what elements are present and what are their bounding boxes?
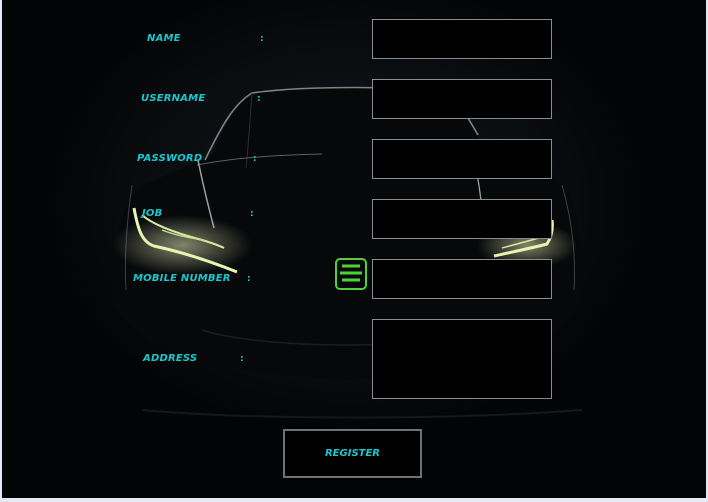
username-label: USERNAME xyxy=(141,93,206,104)
address-label: ADDRESS xyxy=(143,353,198,364)
address-colon: : xyxy=(240,354,244,364)
username-field[interactable] xyxy=(372,79,552,119)
job-field[interactable] xyxy=(372,199,552,239)
registration-page: NAME : USERNAME : PASSWORD : JOB : MOBIL… xyxy=(2,0,706,498)
name-field[interactable] xyxy=(372,19,552,59)
car-background-image xyxy=(112,86,583,419)
register-button[interactable]: REGISTER xyxy=(283,429,422,478)
username-colon: : xyxy=(257,94,261,104)
mobile-number-field[interactable] xyxy=(372,259,552,299)
job-label: JOB xyxy=(142,208,163,219)
password-colon: : xyxy=(253,154,257,164)
password-field[interactable] xyxy=(372,139,552,179)
name-label: NAME xyxy=(147,33,181,44)
mobile-number-label: MOBILE NUMBER xyxy=(133,273,231,284)
name-colon: : xyxy=(260,34,264,44)
mobile-number-colon: : xyxy=(247,274,251,284)
address-field[interactable] xyxy=(372,319,552,399)
password-label: PASSWORD xyxy=(137,153,203,164)
job-colon: : xyxy=(250,209,254,219)
